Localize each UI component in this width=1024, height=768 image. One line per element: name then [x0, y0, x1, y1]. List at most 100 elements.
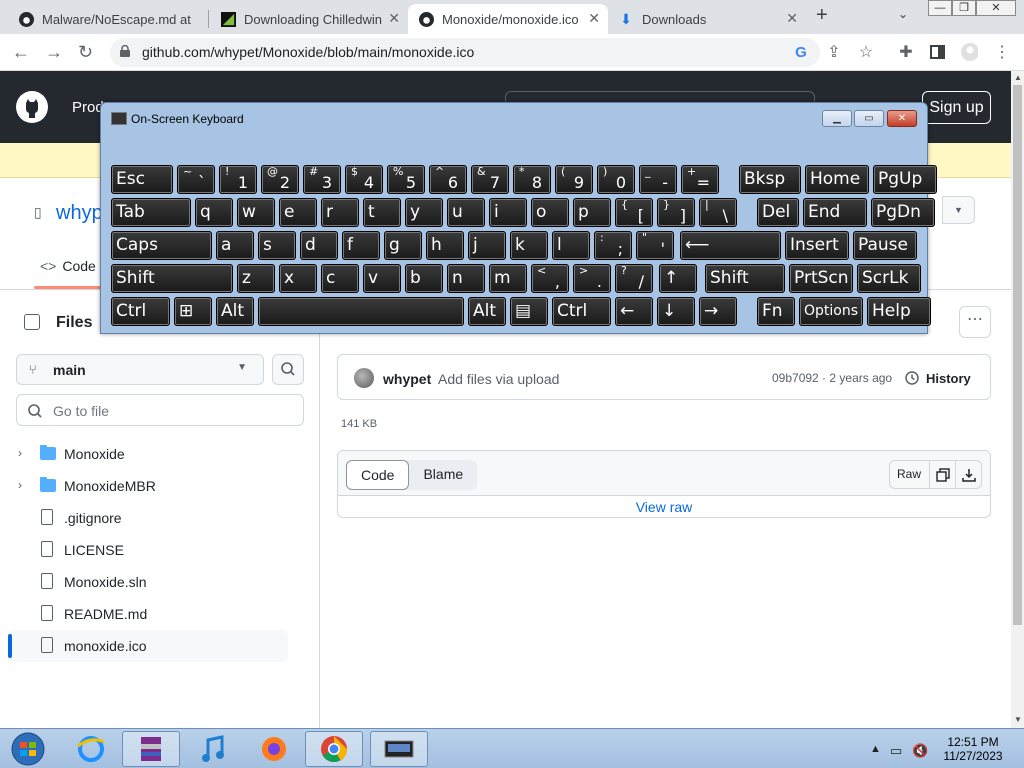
osk-key[interactable]: Options	[799, 297, 863, 326]
osk-key[interactable]: x	[279, 264, 317, 293]
osk-key[interactable]: PgDn	[871, 198, 935, 227]
osk-key[interactable]: Esc	[111, 165, 173, 194]
osk-maximize-button[interactable]: ▭	[854, 110, 884, 127]
scrollbar-thumb[interactable]	[1013, 85, 1022, 625]
commit-sha-age[interactable]: 09b7092 · 2 years ago	[772, 371, 892, 385]
raw-button[interactable]: Raw	[890, 461, 930, 488]
osk-key[interactable]: Alt	[216, 297, 254, 326]
osk-key[interactable]: r	[321, 198, 359, 227]
minimize-window-button[interactable]: —	[928, 0, 952, 16]
osk-key[interactable]: Pause	[853, 231, 917, 260]
share-icon[interactable]: ⇪	[825, 43, 843, 61]
branch-selector[interactable]: ⑂ main ▼	[16, 354, 264, 385]
osk-key[interactable]: q	[195, 198, 233, 227]
taskbar-on-screen-keyboard[interactable]	[370, 731, 428, 767]
osk-key[interactable]: ↑	[659, 264, 697, 293]
osk-key[interactable]: i	[489, 198, 527, 227]
volume-muted-icon[interactable]: 🔇	[912, 743, 928, 759]
osk-key[interactable]: + =	[681, 165, 719, 194]
osk-key[interactable]: →	[699, 297, 737, 326]
osk-close-button[interactable]: ✕	[887, 110, 917, 127]
osk-key[interactable]: Shift	[111, 264, 233, 293]
osk-key[interactable]: ↓	[657, 297, 695, 326]
start-button[interactable]	[0, 731, 56, 767]
tree-item-folder[interactable]: › MonoxideMBR	[0, 470, 300, 502]
osk-key[interactable]: :;	[594, 231, 632, 260]
show-hidden-icons-icon[interactable]: ▲	[870, 743, 881, 755]
osk-key[interactable]: _ -	[639, 165, 677, 194]
osk-key[interactable]	[258, 297, 464, 326]
tree-item-file-selected[interactable]: monoxide.ico	[8, 630, 288, 662]
tab-noescape[interactable]: Malware/NoEscape.md at	[8, 4, 208, 34]
osk-key[interactable]: End	[803, 198, 867, 227]
close-window-button[interactable]: ✕	[976, 0, 1016, 16]
more-options-button[interactable]: ⋯	[959, 306, 991, 338]
osk-key[interactable]: b	[405, 264, 443, 293]
go-to-file-input[interactable]: Go to file	[16, 394, 304, 426]
download-icon[interactable]	[955, 461, 981, 488]
view-raw-link[interactable]: View raw	[338, 499, 990, 515]
osk-key[interactable]: * 8	[513, 165, 551, 194]
chevron-right-icon[interactable]: ›	[18, 478, 22, 492]
osk-key[interactable]: Fn	[757, 297, 795, 326]
osk-key[interactable]: j	[468, 231, 506, 260]
osk-key[interactable]: Home	[805, 165, 869, 194]
osk-key[interactable]: ! 1	[219, 165, 257, 194]
address-bar[interactable]: github.com/whypet/Monoxide/blob/main/mon…	[110, 38, 820, 67]
tab-search-chevron-icon[interactable]: ⌄	[898, 7, 908, 21]
osk-key[interactable]: & 7	[471, 165, 509, 194]
osk-key[interactable]: }]	[657, 198, 695, 227]
avatar[interactable]	[354, 368, 374, 388]
osk-key[interactable]: t	[363, 198, 401, 227]
tab-chilledwindows[interactable]: Downloading Chilledwin ✕	[210, 4, 408, 34]
side-panel-icon[interactable]	[928, 43, 946, 61]
taskbar-media-player[interactable]	[184, 731, 242, 767]
osk-key[interactable]: ScrLk	[857, 264, 921, 293]
commit-message-link[interactable]: Add files via upload	[438, 371, 559, 387]
osk-key[interactable]: PgUp	[873, 165, 937, 194]
osk-key[interactable]: Help	[867, 297, 931, 326]
search-files-button[interactable]	[272, 354, 304, 385]
osk-key[interactable]: #3	[303, 165, 341, 194]
tree-item-file[interactable]: README.md	[0, 598, 300, 630]
osk-key[interactable]: Shift	[705, 264, 785, 293]
osk-key[interactable]: w	[237, 198, 275, 227]
osk-key[interactable]: m	[489, 264, 527, 293]
osk-key[interactable]: ~ `	[177, 165, 215, 194]
osk-minimize-button[interactable]: ▁	[822, 110, 852, 127]
osk-key[interactable]: Caps	[111, 231, 212, 260]
osk-key[interactable]: Alt	[468, 297, 506, 326]
forward-button[interactable]: →	[45, 42, 63, 63]
osk-key[interactable]: Bksp	[739, 165, 801, 194]
taskbar-winrar[interactable]	[122, 731, 180, 767]
osk-key[interactable]: f	[342, 231, 380, 260]
copy-icon[interactable]	[930, 461, 956, 488]
osk-key[interactable]: Tab	[111, 198, 191, 227]
network-icon[interactable]: ▭	[890, 743, 902, 759]
osk-key[interactable]: $4	[345, 165, 383, 194]
page-scrollbar[interactable]: ▲ ▼	[1011, 71, 1024, 728]
tab-code[interactable]: <> Code	[40, 258, 96, 274]
osk-key[interactable]: g	[384, 231, 422, 260]
osk-key[interactable]: @2	[261, 165, 299, 194]
back-button[interactable]: ←	[12, 42, 30, 63]
osk-key[interactable]: e	[279, 198, 317, 227]
restore-window-button[interactable]: ❐	[952, 0, 976, 16]
osk-key[interactable]: s	[258, 231, 296, 260]
osk-key[interactable]: ^ 6	[429, 165, 467, 194]
history-link[interactable]: History	[926, 371, 971, 386]
osk-key[interactable]: a	[216, 231, 254, 260]
close-icon[interactable]: ✕	[786, 10, 798, 27]
osk-key[interactable]: o	[531, 198, 569, 227]
tab-monoxide[interactable]: Monoxide/monoxide.ico ✕	[408, 4, 608, 34]
osk-key[interactable]: ⟵	[680, 231, 781, 260]
osk-key[interactable]: y	[405, 198, 443, 227]
blame-view-button[interactable]: Blame	[409, 460, 477, 490]
browser-menu-icon[interactable]: ⋮	[993, 43, 1011, 61]
osk-key[interactable]: | \	[699, 198, 737, 227]
close-icon[interactable]: ✕	[588, 10, 600, 27]
osk-key[interactable]: ⊞	[174, 297, 212, 326]
reload-button[interactable]: ↻	[78, 42, 93, 63]
bookmark-star-icon[interactable]: ☆	[857, 43, 875, 61]
commit-author-link[interactable]: whypet	[383, 371, 431, 387]
